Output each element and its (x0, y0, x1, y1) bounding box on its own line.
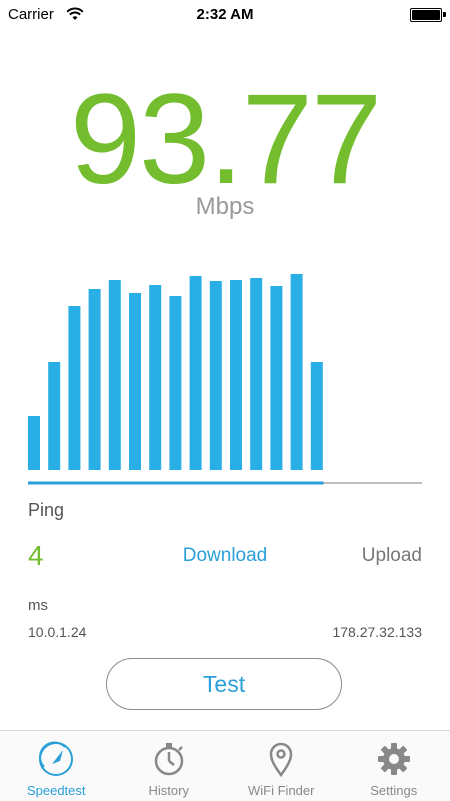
speed-unit: Mbps (0, 193, 450, 221)
speed-bar (149, 285, 161, 470)
speed-bar (169, 296, 181, 470)
speed-bar (28, 416, 40, 470)
speed-bar (230, 280, 242, 470)
speed-bar (109, 280, 121, 470)
server-ip-address: 178.27.32.133 (332, 624, 422, 640)
ping-label: Ping (28, 500, 64, 521)
gear-icon (374, 739, 414, 779)
local-ip-address: 10.0.1.24 (28, 624, 86, 640)
speed-bar (48, 362, 60, 470)
tab-settings[interactable]: Settings (338, 731, 450, 801)
tab-history[interactable]: History (113, 731, 226, 801)
tab-wifi-finder-label: WiFi Finder (225, 783, 338, 798)
test-button[interactable]: Test (106, 658, 342, 710)
speed-chart (0, 240, 450, 490)
speedtest-gauge-icon (36, 739, 76, 779)
stopwatch-icon (149, 739, 189, 779)
tab-settings-label: Settings (338, 783, 450, 798)
speed-bar (250, 278, 262, 470)
status-time: 2:32 AM (0, 6, 450, 23)
speed-bar (190, 276, 202, 470)
status-bar: Carrier 2:32 AM (0, 0, 450, 30)
tab-history-label: History (113, 783, 226, 798)
location-pin-icon (261, 739, 301, 779)
tab-speedtest-label: Speedtest (0, 783, 113, 798)
battery-icon (410, 8, 442, 22)
tab-wifi-finder[interactable]: WiFi Finder (225, 731, 338, 801)
ping-unit-label: ms (28, 597, 48, 614)
speed-value: 93.77 (0, 70, 450, 210)
upload-label: Upload (362, 545, 422, 567)
speed-bar (311, 362, 323, 470)
speed-bar (270, 286, 282, 470)
speed-bar (89, 289, 101, 470)
speed-bar (68, 306, 80, 470)
speed-bar (210, 281, 222, 470)
battery-tip (443, 12, 446, 17)
tab-speedtest[interactable]: Speedtest (0, 731, 113, 801)
tab-bar: Speedtest History WiFi Finder Se (0, 730, 450, 801)
speed-bar (291, 274, 303, 470)
speed-bar (129, 293, 141, 470)
